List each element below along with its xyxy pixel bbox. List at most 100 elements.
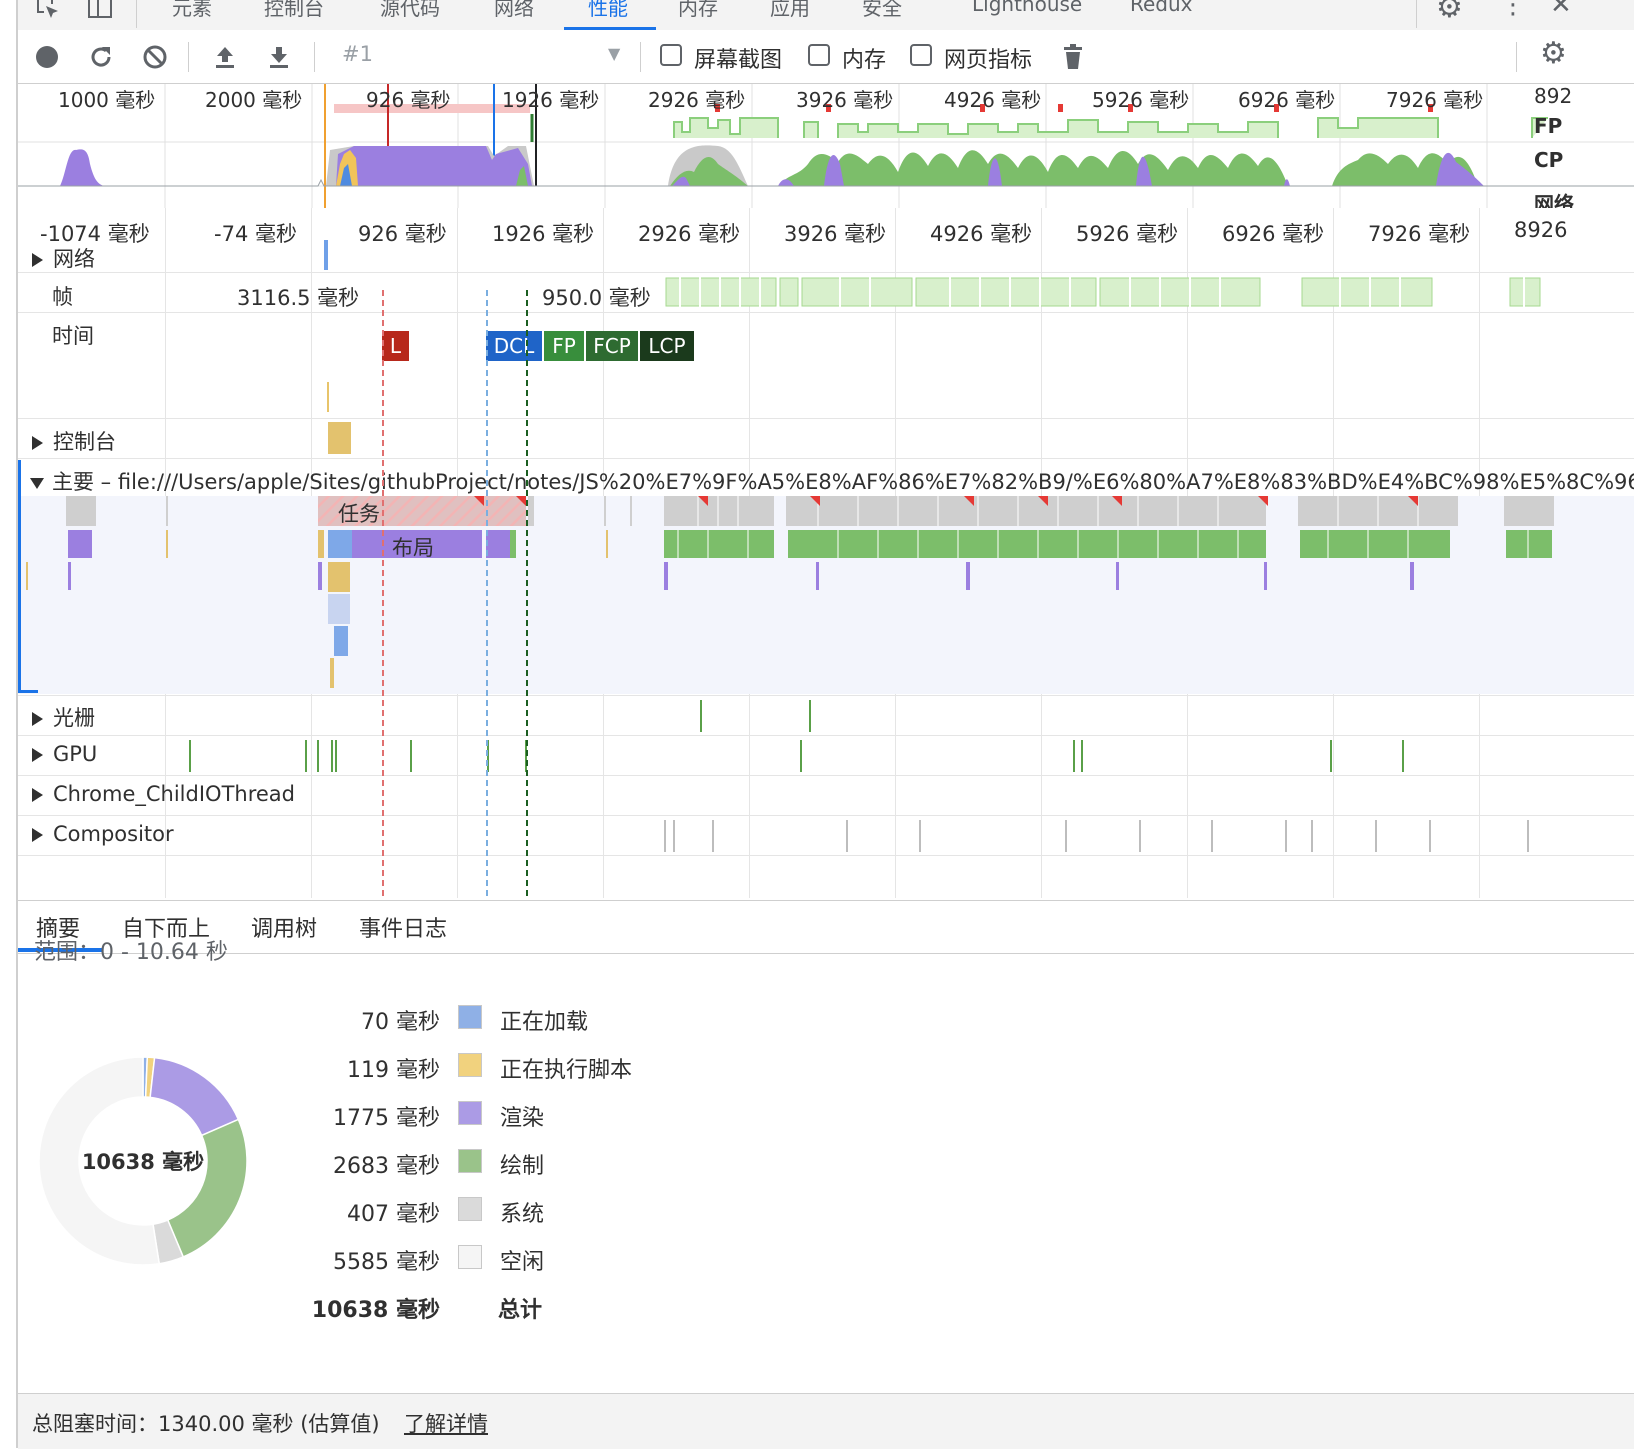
- garbage-collect-icon[interactable]: [1058, 42, 1088, 72]
- load-profile-icon[interactable]: [210, 42, 240, 72]
- ruler-tick: 1926 毫秒: [492, 222, 595, 246]
- timing-marker-lcp[interactable]: LCP: [640, 331, 694, 361]
- reload-record-icon[interactable]: [86, 42, 116, 72]
- track-console[interactable]: 控制台: [32, 426, 116, 456]
- donut-total-label: 10638 毫秒: [81, 1150, 205, 1174]
- tab-console[interactable]: 控制台: [264, 0, 324, 21]
- thread-tracks-events: [189, 700, 1529, 852]
- screenshots-checkbox[interactable]: [660, 44, 682, 66]
- tab-call-tree[interactable]: 调用树: [251, 911, 317, 943]
- tab-security[interactable]: 安全: [862, 0, 902, 21]
- record-icon[interactable]: [32, 42, 62, 72]
- ruler-tick: 6926 毫秒: [1222, 222, 1325, 246]
- memory-label: 内存: [842, 48, 887, 73]
- chevron-down-icon[interactable]: ▼: [608, 44, 620, 63]
- tab-lighthouse[interactable]: Lighthouse: [972, 0, 1082, 16]
- clear-icon[interactable]: [140, 42, 170, 72]
- console-event-bar[interactable]: [328, 422, 351, 454]
- ruler-tick: 7926 毫秒: [1368, 222, 1471, 246]
- ruler-tick: 4926 毫秒: [930, 222, 1033, 246]
- tab-sources[interactable]: 源代码: [380, 0, 440, 21]
- timeline-overview[interactable]: 1000 毫秒 2000 毫秒 926 毫秒 1926 毫秒 2926 毫秒 3…: [18, 84, 1634, 217]
- main-thread-flame: [26, 496, 1554, 688]
- frame-duration[interactable]: 3116.5 毫秒: [237, 282, 359, 312]
- legend-name: 正在执行脚本: [500, 1058, 633, 1083]
- tab-event-log[interactable]: 事件日志: [359, 911, 447, 943]
- overview-tick: 926 毫秒: [366, 88, 451, 112]
- overview-tick: 3926 毫秒: [796, 88, 894, 112]
- legend-swatch-scripting: [458, 1053, 482, 1077]
- capture-settings-gear-icon[interactable]: ⚙: [1540, 36, 1567, 71]
- legend-total-name: 总计: [498, 1298, 543, 1323]
- ruler-tick: 926 毫秒: [358, 222, 447, 246]
- window-left-border: [16, 0, 18, 1448]
- legend-swatch-idle: [458, 1245, 482, 1269]
- legend-value: 2683 毫秒: [333, 1154, 440, 1179]
- inspect-element-icon[interactable]: [34, 0, 62, 22]
- legend-name: 正在加载: [500, 1010, 589, 1035]
- expand-arrow-icon[interactable]: [32, 436, 43, 450]
- overview-tick: 1000 毫秒: [58, 88, 156, 112]
- timing-marker-fp[interactable]: FP: [544, 331, 584, 361]
- settings-gear-icon[interactable]: ⚙: [1436, 0, 1463, 25]
- screenshots-label: 屏幕截图: [694, 48, 783, 73]
- task-block-label[interactable]: 任务: [338, 498, 380, 528]
- network-request-bar[interactable]: [324, 240, 328, 270]
- overview-tick: 6926 毫秒: [1238, 88, 1336, 112]
- track-main[interactable]: 主要 – file:///Users/apple/Sites/githubPro…: [30, 466, 1634, 496]
- legend-name: 绘制: [500, 1154, 545, 1179]
- tab-application[interactable]: 应用: [770, 0, 810, 21]
- total-blocking-time-bar: 总阻塞时间：1340.00 毫秒 (估算值) 了解详情: [18, 1393, 1634, 1449]
- legend-value: 70 毫秒: [361, 1010, 440, 1035]
- overview-tick: 2926 毫秒: [648, 88, 746, 112]
- expand-arrow-icon[interactable]: [32, 253, 43, 267]
- layout-block-label[interactable]: 布局: [392, 532, 434, 562]
- tab-elements[interactable]: 元素: [172, 0, 212, 21]
- overview-cpu-label: CP: [1534, 148, 1564, 172]
- legend-value: 5585 毫秒: [333, 1250, 440, 1275]
- track-main-label: 主要 – file:///Users/apple/Sites/githubPro…: [52, 470, 1634, 494]
- timing-marker-dcl[interactable]: DCL: [486, 331, 542, 361]
- timing-marker-load[interactable]: L: [382, 331, 409, 361]
- frame-duration[interactable]: 950.0 毫秒: [542, 282, 651, 312]
- close-devtools-icon[interactable]: ✕: [1550, 0, 1572, 20]
- ruler-tick: -74 毫秒: [214, 222, 297, 246]
- profile-select[interactable]: #1: [342, 42, 373, 66]
- legend-name: 空闲: [500, 1250, 545, 1275]
- legend-name: 渲染: [500, 1106, 545, 1131]
- overview-tick: 4926 毫秒: [944, 88, 1042, 112]
- legend-name: 系统: [500, 1202, 545, 1227]
- legend-total-value: 10638 毫秒: [311, 1298, 440, 1323]
- overview-tick: 5926 毫秒: [1092, 88, 1190, 112]
- tab-performance[interactable]: 性能: [588, 0, 628, 21]
- web-vitals-checkbox[interactable]: [910, 44, 932, 66]
- timing-marker-fcp[interactable]: FCP: [586, 331, 638, 361]
- save-profile-icon[interactable]: [264, 42, 294, 72]
- collapse-arrow-icon[interactable]: [30, 477, 44, 489]
- load-marker-line: [382, 290, 384, 896]
- performance-toolbar: #1 ▼ 屏幕截图 内存 网页指标 ⚙: [18, 30, 1634, 84]
- learn-more-link[interactable]: 了解详情: [404, 1408, 488, 1438]
- legend-swatch-rendering: [458, 1101, 482, 1125]
- total-blocking-time: 总阻塞时间：1340.00 毫秒 (估算值): [32, 1412, 380, 1436]
- more-options-icon[interactable]: ⋮: [1500, 0, 1526, 20]
- summary-range: 范围：0 - 10.64 秒: [34, 940, 228, 965]
- web-vitals-label: 网页指标: [944, 48, 1033, 73]
- devtools-tab-bar: 元素 控制台 源代码 网络 性能 内存 应用 安全 Lighthouse Red…: [18, 0, 1634, 31]
- track-network[interactable]: 网络: [32, 243, 95, 273]
- legend-value: 1775 毫秒: [333, 1106, 440, 1131]
- donut-slice: [149, 1056, 240, 1137]
- track-console-label: 控制台: [53, 430, 116, 454]
- memory-checkbox[interactable]: [808, 44, 830, 66]
- tab-network[interactable]: 网络: [494, 0, 534, 21]
- legend-swatch-system: [458, 1197, 482, 1221]
- console-event-line: [327, 382, 329, 412]
- ruler-tick: 3926 毫秒: [784, 222, 887, 246]
- track-timings-label: 时间: [52, 324, 94, 348]
- device-toolbar-icon[interactable]: [86, 0, 114, 22]
- dcl-marker-line: [486, 290, 488, 896]
- legend-value: 407 毫秒: [347, 1202, 440, 1227]
- tab-redux[interactable]: Redux: [1130, 0, 1193, 16]
- tab-memory[interactable]: 内存: [678, 0, 718, 21]
- overview-tick: 2000 毫秒: [205, 88, 303, 112]
